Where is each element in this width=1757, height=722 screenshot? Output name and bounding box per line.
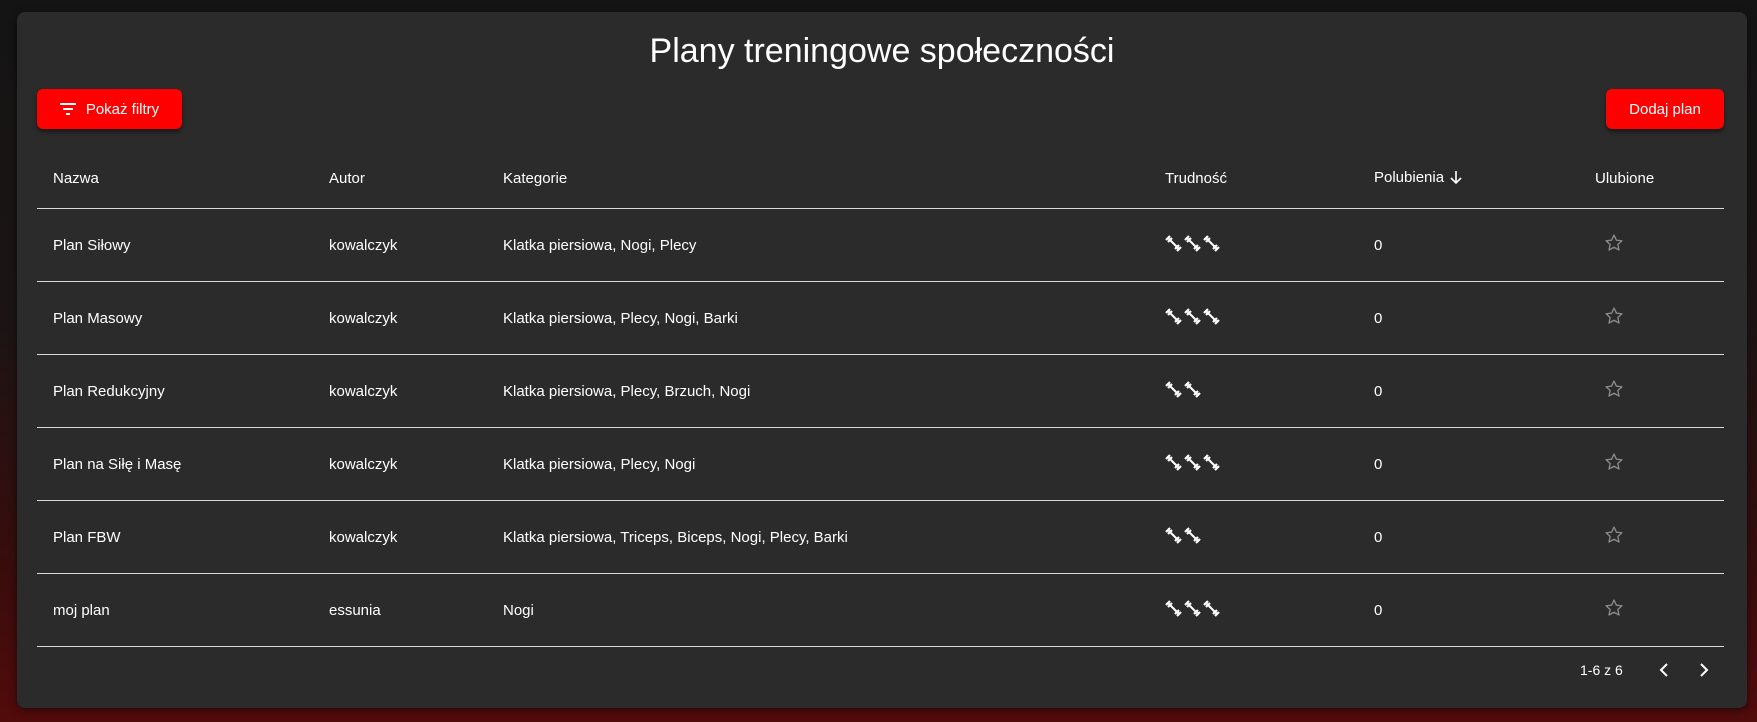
add-plan-button[interactable]: Dodaj plan: [1606, 89, 1724, 129]
cell-categories: Nogi: [487, 573, 1149, 647]
cell-categories: Klatka piersiowa, Plecy, Brzuch, Nogi: [487, 354, 1149, 428]
header-likes-label: Polubienia: [1374, 168, 1445, 186]
fitness-dumbbell-icon: [1165, 380, 1182, 398]
pagination-range: 1-6 z 6: [1580, 662, 1623, 678]
header-likes[interactable]: Polubienia: [1358, 148, 1579, 209]
header-author[interactable]: Autor: [313, 148, 487, 209]
cell-likes: 0: [1358, 573, 1579, 647]
pagination: 1-6 z 6: [17, 655, 1747, 685]
cell-difficulty: [1149, 208, 1358, 282]
table-header-row: Nazwa Autor Kategorie Trudność Polubieni…: [37, 148, 1724, 209]
plans-card: Plany treningowe społeczności Pokaż filt…: [17, 12, 1747, 708]
cell-difficulty: [1149, 573, 1358, 647]
cell-difficulty: [1149, 354, 1358, 428]
cell-author: kowalczyk: [313, 281, 487, 355]
difficulty-rating: [1165, 526, 1201, 544]
star-outline-icon[interactable]: [1604, 452, 1624, 476]
fitness-dumbbell-icon: [1184, 380, 1201, 398]
table-row[interactable]: Plan na Siłę i Masę kowalczyk Klatka piers…: [37, 427, 1724, 501]
cell-likes: 0: [1358, 500, 1579, 574]
page-title: Plany treningowe społeczności: [649, 32, 1115, 70]
fitness-dumbbell-icon: [1203, 453, 1220, 471]
difficulty-rating: [1165, 380, 1201, 398]
show-filters-label: Pokaż filtry: [85, 100, 160, 118]
filter-list-icon: [59, 103, 76, 115]
fitness-dumbbell-icon: [1184, 453, 1201, 471]
cell-categories: Klatka piersiowa, Plecy, Nogi, Barki: [487, 281, 1149, 355]
cell-name: Plan FBW: [37, 500, 313, 574]
cell-name: moj plan: [37, 573, 313, 647]
fitness-dumbbell-icon: [1184, 234, 1201, 252]
plans-table: Nazwa Autor Kategorie Trudność Polubieni…: [37, 148, 1724, 647]
cell-categories: Klatka piersiowa, Triceps, Biceps, Nogi,…: [487, 500, 1149, 574]
show-filters-button[interactable]: Pokaż filtry: [37, 89, 182, 129]
cell-difficulty: [1149, 500, 1358, 574]
fitness-dumbbell-icon: [1165, 234, 1182, 252]
header-name[interactable]: Nazwa: [37, 148, 313, 209]
cell-favorite: [1579, 573, 1724, 647]
table-row[interactable]: Plan FBW kowalczyk Klatka piersiowa, Trice…: [37, 500, 1724, 574]
chevron-right-icon[interactable]: [1689, 655, 1719, 685]
cell-author: kowalczyk: [313, 208, 487, 282]
cell-favorite: [1579, 208, 1724, 282]
fitness-dumbbell-icon: [1184, 307, 1201, 325]
difficulty-rating: [1165, 307, 1220, 325]
cell-categories: Klatka piersiowa, Plecy, Nogi: [487, 427, 1149, 501]
header-difficulty[interactable]: Trudność: [1149, 148, 1358, 209]
fitness-dumbbell-icon: [1203, 234, 1220, 252]
header-favorites: Ulubione: [1579, 148, 1724, 209]
header-categories[interactable]: Kategorie: [487, 148, 1149, 209]
cell-name: Plan na Siłę i Masę: [37, 427, 313, 501]
cell-favorite: [1579, 500, 1724, 574]
fitness-dumbbell-icon: [1203, 599, 1220, 617]
fitness-dumbbell-icon: [1203, 307, 1220, 325]
cell-difficulty: [1149, 427, 1358, 501]
star-outline-icon[interactable]: [1604, 233, 1624, 257]
cell-name: Plan Masowy: [37, 281, 313, 355]
cell-name: Plan Redukcyjny: [37, 354, 313, 428]
cell-categories: Klatka piersiowa, Nogi, Plecy: [487, 208, 1149, 282]
table-row[interactable]: Plan Siłowy kowalczyk Klatka piersiowa, No…: [37, 208, 1724, 282]
cell-likes: 0: [1358, 427, 1579, 501]
fitness-dumbbell-icon: [1165, 526, 1182, 544]
table-row[interactable]: moj plan essunia Nogi 0: [37, 573, 1724, 647]
fitness-dumbbell-icon: [1184, 526, 1201, 544]
cell-name: Plan Siłowy: [37, 208, 313, 282]
cell-favorite: [1579, 281, 1724, 355]
cell-favorite: [1579, 427, 1724, 501]
table-row[interactable]: Plan Masowy kowalczyk Klatka piersiowa, Pl…: [37, 281, 1724, 355]
star-outline-icon[interactable]: [1604, 379, 1624, 403]
fitness-dumbbell-icon: [1184, 599, 1201, 617]
fitness-dumbbell-icon: [1165, 599, 1182, 617]
cell-difficulty: [1149, 281, 1358, 355]
star-outline-icon[interactable]: [1604, 525, 1624, 549]
cell-likes: 0: [1358, 281, 1579, 355]
fitness-dumbbell-icon: [1165, 307, 1182, 325]
cell-author: kowalczyk: [313, 427, 487, 501]
cell-author: kowalczyk: [313, 354, 487, 428]
cell-likes: 0: [1358, 208, 1579, 282]
star-outline-icon[interactable]: [1604, 598, 1624, 622]
table-row[interactable]: Plan Redukcyjny kowalczyk Klatka piersiowa…: [37, 354, 1724, 428]
chevron-left-icon[interactable]: [1649, 655, 1679, 685]
arrow-down-icon[interactable]: [1450, 170, 1462, 188]
star-outline-icon[interactable]: [1604, 306, 1624, 330]
cell-author: kowalczyk: [313, 500, 487, 574]
difficulty-rating: [1165, 453, 1220, 471]
difficulty-rating: [1165, 234, 1220, 252]
cell-author: essunia: [313, 573, 487, 647]
fitness-dumbbell-icon: [1165, 453, 1182, 471]
cell-favorite: [1579, 354, 1724, 428]
cell-likes: 0: [1358, 354, 1579, 428]
difficulty-rating: [1165, 599, 1220, 617]
